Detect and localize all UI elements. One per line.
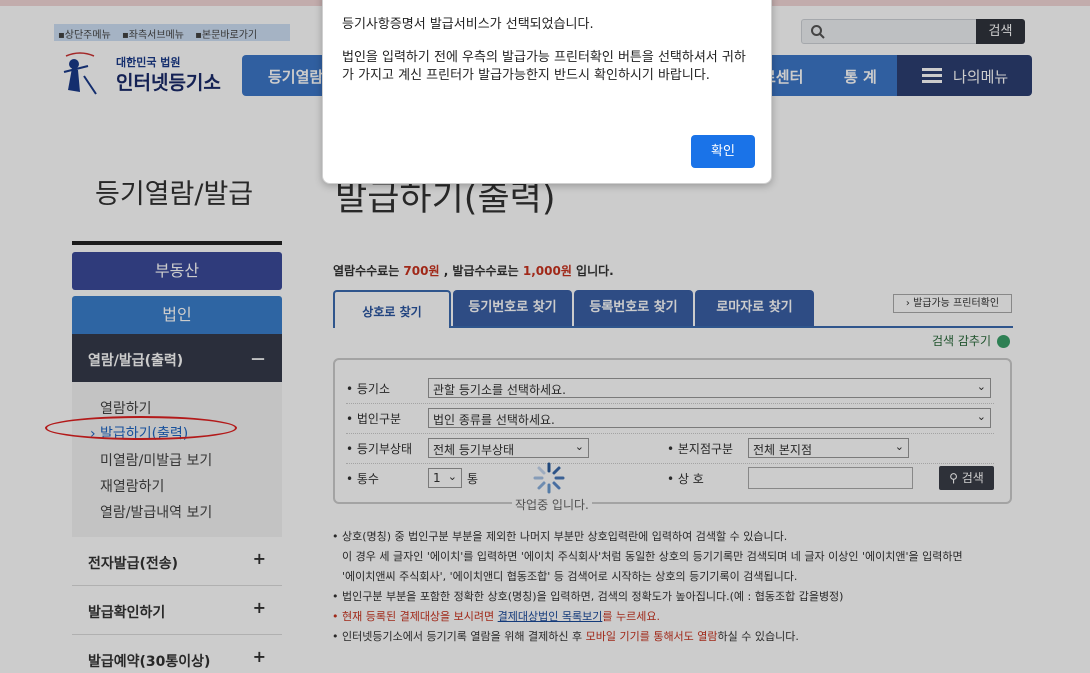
alert-dialog: 등기사항증명서 발급서비스가 선택되었습니다. 법인을 입력하기 전에 우측의 …: [322, 0, 772, 184]
dialog-message-title: 등기사항증명서 발급서비스가 선택되었습니다.: [342, 17, 594, 32]
dialog-message-body: 법인을 입력하기 전에 우측의 발급가능 프린터확인 버튼을 선택하셔서 귀하가…: [342, 50, 746, 83]
dialog-ok-button[interactable]: 확인: [691, 135, 755, 168]
